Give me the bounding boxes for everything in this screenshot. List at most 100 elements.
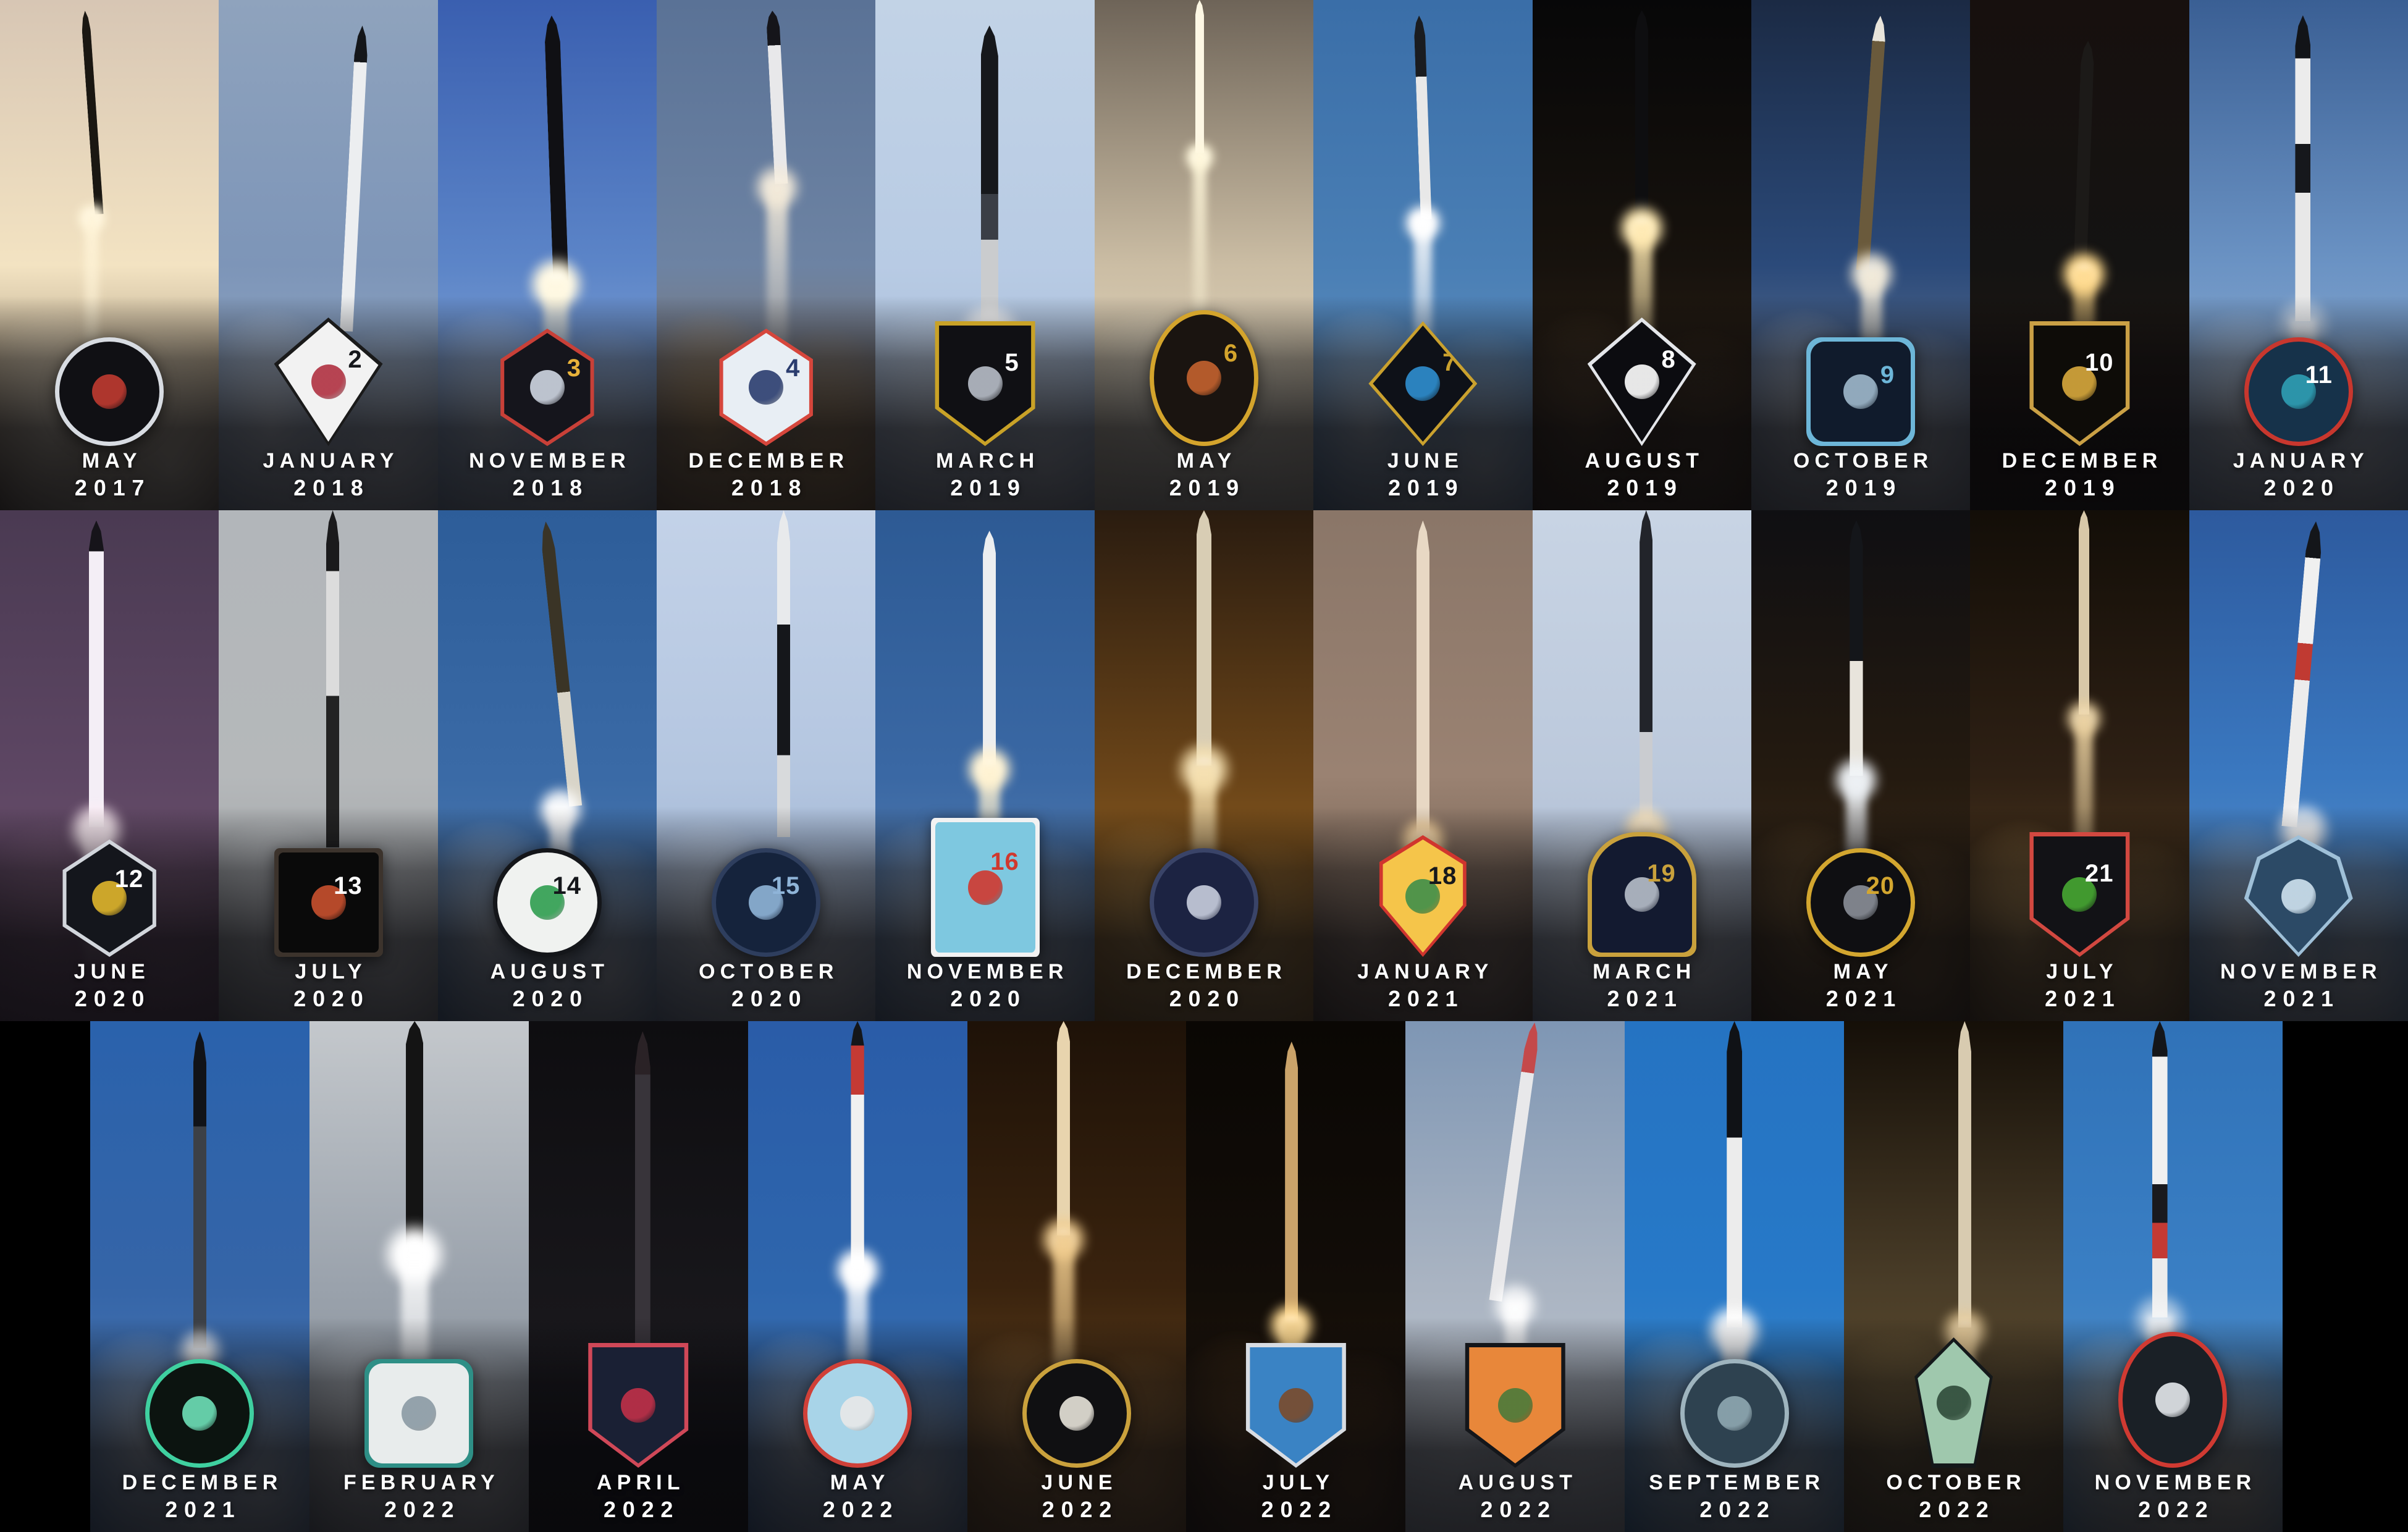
caption-band: MAY 2022 xyxy=(748,1318,967,1532)
launch-month: OCTOBER xyxy=(1844,1470,2063,1496)
launch-month: JANUARY xyxy=(1313,959,1532,985)
launch-year: 2021 xyxy=(2189,985,2408,1014)
launch-cell-december-2019: 10 DECEMBER 2019 xyxy=(1970,0,2189,510)
rocket-icon xyxy=(1417,521,1429,838)
rocket-icon xyxy=(1195,0,1204,153)
launch-month: JULY xyxy=(1186,1470,1405,1496)
rocket-icon xyxy=(193,1032,206,1349)
launch-cell-october-2022: OCTOBER 2022 xyxy=(1844,1021,2063,1532)
mission-patch-icon: 21 xyxy=(2025,832,2134,957)
launch-cell-may-2021: 20 MAY 2021 xyxy=(1751,510,1970,1021)
launch-year: 2018 xyxy=(438,474,657,503)
caption-band: 19 MARCH 2021 xyxy=(1533,807,1751,1021)
launch-date: NOVEMBER 2020 xyxy=(875,959,1094,1014)
mission-emblem-icon xyxy=(749,370,783,405)
launch-month: MAY xyxy=(748,1470,967,1496)
flight-number: 15 xyxy=(772,872,801,900)
mission-patch-icon: 12 xyxy=(55,840,164,957)
flight-number: 9 xyxy=(1880,361,1895,389)
rocket-icon xyxy=(851,1021,864,1266)
launch-year: 2021 xyxy=(90,1496,309,1525)
launch-cell-may-2019: 6 MAY 2019 xyxy=(1095,0,1313,510)
launch-date: JULY 2020 xyxy=(219,959,437,1014)
caption-band: 15 OCTOBER 2020 xyxy=(657,807,875,1021)
rocket-icon xyxy=(1727,1021,1742,1328)
caption-band: NOVEMBER 2021 xyxy=(2189,807,2408,1021)
caption-band: 11 JANUARY 2020 xyxy=(2189,296,2408,510)
flight-number: 6 xyxy=(1224,340,1238,368)
rocket-icon xyxy=(326,510,339,848)
mission-patch-icon xyxy=(145,1359,254,1468)
launch-cell-november-2020: 16 NOVEMBER 2020 xyxy=(875,510,1094,1021)
launch-year: 2019 xyxy=(875,474,1094,503)
mission-patch-face: 8 xyxy=(1592,322,1692,442)
launch-month: JUNE xyxy=(0,959,219,985)
rocket-icon xyxy=(89,521,104,827)
launch-cell-march-2019: 5 MARCH 2019 xyxy=(875,0,1094,510)
mission-patch-face: 20 xyxy=(1811,852,1911,953)
mission-patch-icon: 9 xyxy=(1806,337,1915,446)
mission-patch-face: 10 xyxy=(2029,326,2129,442)
mission-emblem-icon xyxy=(621,1388,655,1423)
collage-row-2017-2020: MAY 2017 2 JANUARY 2018 3 xyxy=(0,0,2408,510)
mission-patch-face xyxy=(588,1347,688,1463)
launch-year: 2022 xyxy=(748,1496,967,1525)
caption-band: 16 NOVEMBER 2020 xyxy=(875,807,1094,1021)
launch-month: MAY xyxy=(1095,448,1313,474)
launch-date: MAY 2017 xyxy=(0,448,219,503)
flight-number: 12 xyxy=(115,865,144,893)
launch-date: FEBRUARY 2022 xyxy=(309,1470,529,1525)
mission-patch-icon: 20 xyxy=(1806,848,1915,957)
collage-row-2021-2022: DECEMBER 2021 FEBRUARY 2022 xyxy=(0,1021,2408,1532)
collage-row-2020-2021: 12 JUNE 2020 13 JULY 2020 xyxy=(0,510,2408,1021)
rocket-icon xyxy=(2073,41,2094,271)
caption-band: AUGUST 2022 xyxy=(1405,1318,1625,1532)
launch-month: DECEMBER xyxy=(1970,448,2189,474)
flight-number: 2 xyxy=(348,346,362,374)
mission-emblem-icon xyxy=(840,1396,875,1431)
launch-year: 2020 xyxy=(438,985,657,1014)
mission-patch-face: 16 xyxy=(935,822,1035,953)
mission-patch-icon: 14 xyxy=(493,848,602,957)
mission-emblem-icon xyxy=(1843,374,1878,409)
launch-date: JULY 2021 xyxy=(1970,959,2189,1014)
launch-year: 2019 xyxy=(1533,474,1751,503)
rocket-icon xyxy=(1640,510,1652,827)
flight-number: 18 xyxy=(1428,862,1457,890)
caption-band: DECEMBER 2020 xyxy=(1095,807,1313,1021)
launch-month: NOVEMBER xyxy=(2189,959,2408,985)
flight-number: 10 xyxy=(2085,349,2114,377)
mission-patch-face: 21 xyxy=(2029,836,2129,953)
launch-year: 2021 xyxy=(1751,985,1970,1014)
mission-patch-face: 3 xyxy=(497,333,597,442)
launch-cell-september-2022: SEPTEMBER 2022 xyxy=(1625,1021,1844,1532)
launch-month: JULY xyxy=(1970,959,2189,985)
launch-month: JANUARY xyxy=(219,448,437,474)
mission-patch-face xyxy=(1904,1342,2004,1463)
launch-cell-june-2019: 7 JUNE 2019 xyxy=(1313,0,1532,510)
launch-month: AUGUST xyxy=(438,959,657,985)
launch-year: 2018 xyxy=(219,474,437,503)
launch-date: DECEMBER 2018 xyxy=(657,448,875,503)
mission-patch-face: 2 xyxy=(279,322,379,442)
launch-cell-january-2020: 11 JANUARY 2020 xyxy=(2189,0,2408,510)
launch-cell-june-2022: JUNE 2022 xyxy=(967,1021,1187,1532)
rocket-icon xyxy=(2079,510,2090,715)
launch-date: JUNE 2019 xyxy=(1313,448,1532,503)
caption-band: 5 MARCH 2019 xyxy=(875,296,1094,510)
launch-cell-november-2022: NOVEMBER 2022 xyxy=(2063,1021,2283,1532)
mission-emblem-icon xyxy=(1717,1396,1752,1431)
mission-emblem-icon xyxy=(968,366,1003,401)
mission-patch-icon: 19 xyxy=(1588,832,1696,957)
mission-patch-face xyxy=(1027,1363,1127,1463)
launch-cell-august-2019: 8 AUGUST 2019 xyxy=(1533,0,1751,510)
mission-patch-face xyxy=(149,1363,250,1463)
launch-cell-may-2017: MAY 2017 xyxy=(0,0,219,510)
mission-emblem-icon xyxy=(311,364,346,399)
caption-band: 2 JANUARY 2018 xyxy=(219,296,437,510)
rocket-icon xyxy=(983,531,996,765)
caption-band: 7 JUNE 2019 xyxy=(1313,296,1532,510)
launch-date: JUNE 2020 xyxy=(0,959,219,1014)
launch-month: AUGUST xyxy=(1533,448,1751,474)
rocket-icon xyxy=(981,25,998,332)
